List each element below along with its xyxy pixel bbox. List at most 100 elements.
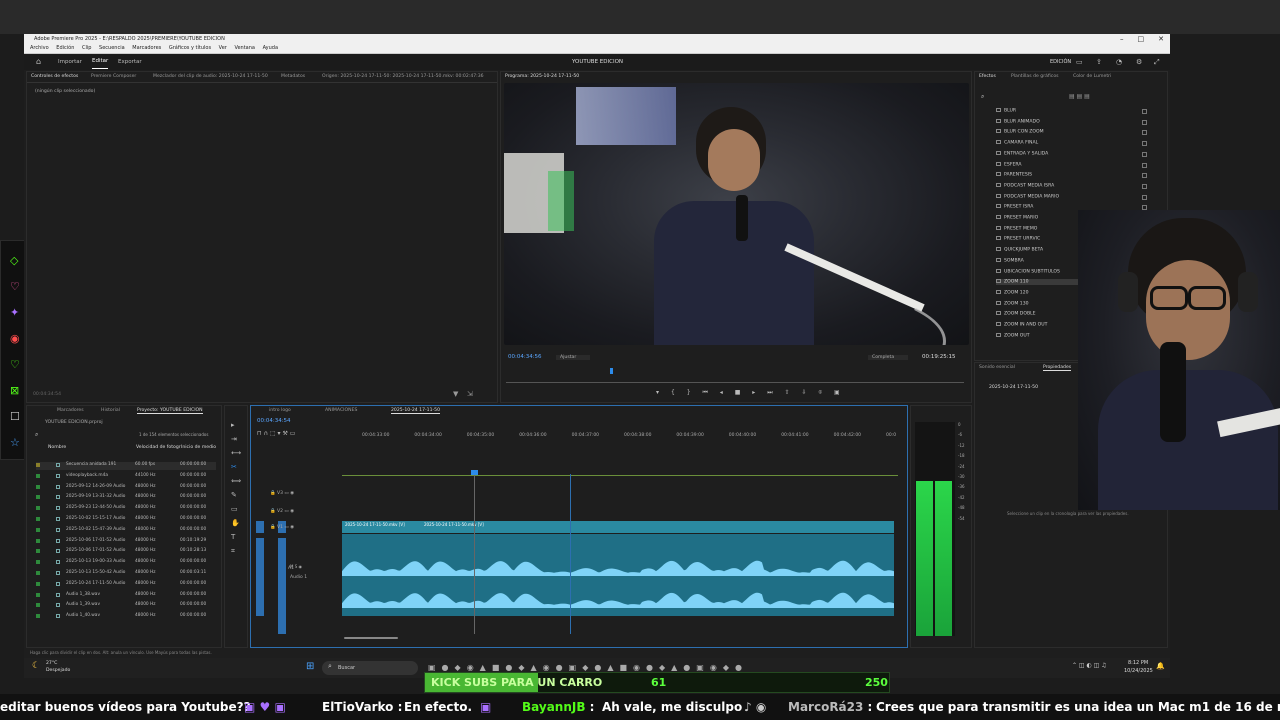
in-point-icon[interactable]: { <box>671 389 675 396</box>
maximize-icon[interactable]: □ <box>1138 35 1145 43</box>
effect-preset-item[interactable]: BLUR <box>996 108 1016 114</box>
effect-preset-item[interactable]: PRESET ISRA <box>996 204 1033 210</box>
timeline-playhead[interactable] <box>471 470 478 475</box>
timeline-zoom-scrollbar[interactable] <box>344 637 398 639</box>
tab-markers[interactable]: Marcadores <box>57 408 84 413</box>
project-item[interactable]: 2025-10-13 15-50-42 Audio 48000 Hz 00:00:0… <box>36 570 216 578</box>
program-scrubber[interactable] <box>506 382 964 383</box>
track-v2-header[interactable]: 🔒 V2 ▭ ◉ <box>270 509 294 514</box>
effect-preset-item[interactable]: PRESET URRVIC <box>996 236 1040 242</box>
marker-add-icon[interactable]: ⬚ <box>270 430 276 437</box>
generative-tool-icon[interactable]: ⌗ <box>231 544 241 558</box>
razor-tool-icon[interactable]: ✂ <box>231 460 241 474</box>
slip-tool-icon[interactable]: ⟺ <box>231 474 241 488</box>
tab-source[interactable]: Origen: 2025-10-24 17-11-50: 2025-10-24 … <box>322 74 484 79</box>
start-icon[interactable]: ⊞ <box>306 661 314 672</box>
effect-preset-item[interactable]: SOMBRA <box>996 257 1024 263</box>
kick-icon[interactable]: ⊠ <box>10 385 19 396</box>
tab-graphic-templates[interactable]: Plantillas de gráficos <box>1011 74 1059 79</box>
effect-preset-item[interactable]: PODCAST MEDIA MARIO <box>996 193 1059 199</box>
col-fps[interactable]: Velocidad de fotogr <box>136 445 181 450</box>
project-item[interactable]: Audio 1_38.wav 48000 Hz 00:00:00:00 <box>36 592 216 600</box>
fit-dropdown[interactable]: Ajustar <box>556 355 591 360</box>
menu-clip[interactable]: Clip <box>82 45 91 51</box>
menu-secuencia[interactable]: Secuencia <box>99 45 125 51</box>
menu-ver[interactable]: Ver <box>219 45 227 51</box>
share-icon[interactable]: ⇪ <box>1096 54 1102 70</box>
effect-preset-item[interactable]: UBICACION SUBTITULOS <box>996 268 1060 274</box>
effect-preset-item[interactable]: BLUR CON ZOOM <box>996 129 1044 135</box>
step-back-icon[interactable]: ◂ <box>720 389 723 396</box>
tab-program[interactable]: Programa: 2025-10-24 17-11-50 <box>505 74 579 79</box>
program-playhead[interactable] <box>610 368 613 374</box>
close-icon[interactable]: ✕ <box>1158 35 1164 43</box>
panel-icon[interactable]: ▭ <box>1076 54 1083 70</box>
effect-preset-item[interactable]: ZOOM DOBLE <box>996 311 1036 317</box>
marker-icon[interactable]: ▾ <box>656 389 659 396</box>
extract-icon[interactable]: ⇩ <box>802 389 807 396</box>
search-box[interactable]: ⌕ Buscar <box>322 661 418 675</box>
effect-preset-item[interactable]: ZOOM 120 <box>996 289 1029 295</box>
captions-icon[interactable]: ▭ <box>290 430 296 437</box>
track-v1-header[interactable]: 🔒 V1 ▭ ◉ <box>270 525 294 530</box>
play-icon[interactable]: ■ <box>735 389 741 396</box>
step-forward-icon[interactable]: ▸ <box>752 389 755 396</box>
selection-tool-icon[interactable]: ▸ <box>231 418 241 432</box>
notifications-icon[interactable]: 🔔 <box>1156 662 1165 670</box>
track-select-icon[interactable]: ⇥ <box>231 432 241 446</box>
menu-archivo[interactable]: Archivo <box>30 45 49 51</box>
a1-source-patch[interactable] <box>256 538 264 616</box>
workspace-selector[interactable]: EDICIÓN <box>1050 54 1071 70</box>
type-tool-icon[interactable]: T <box>231 530 241 544</box>
minimize-icon[interactable]: – <box>1120 35 1124 43</box>
ripple-edit-icon[interactable]: ⟷ <box>231 446 241 460</box>
project-item[interactable]: 2025-09-19 13-31-32 Audio 48000 Hz 00:00:0… <box>36 494 216 502</box>
effect-preset-item[interactable]: ENTRADA Y SALIDA <box>996 150 1048 156</box>
effect-preset-item[interactable]: PRESET MARIO <box>996 215 1038 221</box>
tab-properties[interactable]: Propiedades <box>1043 365 1072 371</box>
go-to-out-icon[interactable]: ⏭ <box>767 389 772 396</box>
tab-metadata[interactable]: Metadatos <box>281 74 305 79</box>
tab-audio-mixer[interactable]: Mezclador del clip de audio: 2025-10-24 … <box>153 74 268 79</box>
effect-preset-item[interactable]: BLUR ANIMADO <box>996 118 1040 124</box>
heart-icon[interactable]: ♡ <box>10 281 20 292</box>
snap-icon[interactable]: ⊓ <box>257 430 262 437</box>
tab-editar[interactable]: Editar <box>92 54 109 69</box>
track-a1-controls[interactable]: M S ◉ <box>290 564 302 569</box>
settings-icon[interactable]: ⚙ <box>1136 54 1142 70</box>
eye-icon[interactable]: ◉ <box>10 333 20 344</box>
camera-icon[interactable]: ⌾ <box>818 389 822 396</box>
menu-graficos[interactable]: Gráficos y títulos <box>169 45 211 51</box>
effect-preset-item[interactable]: ESFERA <box>996 161 1022 167</box>
hand-tool-icon[interactable]: ✋ <box>231 516 241 530</box>
effect-preset-item[interactable]: PRESET MEMO <box>996 225 1037 231</box>
project-item[interactable]: 2025-10-06 17-01-52 Audio 48000 Hz 00:10:2… <box>36 548 216 556</box>
project-item[interactable]: Secuencia anidada 191 60.00 fps 00:00:00:0… <box>36 462 216 470</box>
project-item[interactable]: 2025-10-24 17-11-50 Audio 48000 Hz 00:00:0… <box>36 581 216 589</box>
tab-effect-controls[interactable]: Controles de efectos <box>31 74 78 79</box>
tab-seq-main[interactable]: 2025-10-24 17-11-50 <box>391 408 441 414</box>
fullscreen-icon[interactable]: ⤢ <box>1154 54 1160 70</box>
linked-icon[interactable]: ∩ <box>264 430 268 437</box>
effect-preset-item[interactable]: ZOOM IN AND OUT <box>996 322 1047 328</box>
effect-preset-item[interactable]: QUICKJUMP BETA <box>996 247 1043 253</box>
project-item[interactable]: 2025-10-02 15-15-17 Audio 48000 Hz 00:00:0… <box>36 516 216 524</box>
track-v3-header[interactable]: 🔒 V3 ▭ ◉ <box>270 491 294 496</box>
lift-icon[interactable]: ⇧ <box>785 389 790 396</box>
project-item[interactable]: 2025-09-23 12-44-50 Audio 48000 Hz 00:00:0… <box>36 505 216 513</box>
timeline-marker-icon[interactable]: ▾ <box>278 430 281 437</box>
chat-icon[interactable]: ☐ <box>10 411 20 422</box>
effect-preset-item[interactable]: PARENTESIS <box>996 172 1032 178</box>
video-clip-v1[interactable]: 2025-10-24 17-11-50.mkv [V] 2025-10-24 1… <box>342 521 894 533</box>
effect-preset-item[interactable]: CAMARA FINAL <box>996 140 1038 146</box>
project-item[interactable]: 2025-10-06 17-01-52 Audio 48000 Hz 00:10:1… <box>36 538 216 546</box>
menu-edicion[interactable]: Edición <box>56 45 74 51</box>
project-item[interactable]: Audio 1_39.wav 48000 Hz 00:00:00:00 <box>36 602 216 610</box>
project-item[interactable]: 2025-09-12 14-26-09 Audio 48000 Hz 00:00:0… <box>36 484 216 492</box>
effect-preset-item[interactable]: ZOOM 130 <box>996 300 1029 306</box>
tab-effects[interactable]: Efectos <box>979 74 996 79</box>
accelerated-fx-icon[interactable]: ▤ ▤ ▤ <box>1069 93 1090 100</box>
rectangle-tool-icon[interactable]: ▭ <box>231 502 241 516</box>
tab-lumetri[interactable]: Color de Lumetri <box>1073 74 1111 79</box>
effect-preset-item[interactable]: ZOOM 110 <box>996 279 1086 285</box>
